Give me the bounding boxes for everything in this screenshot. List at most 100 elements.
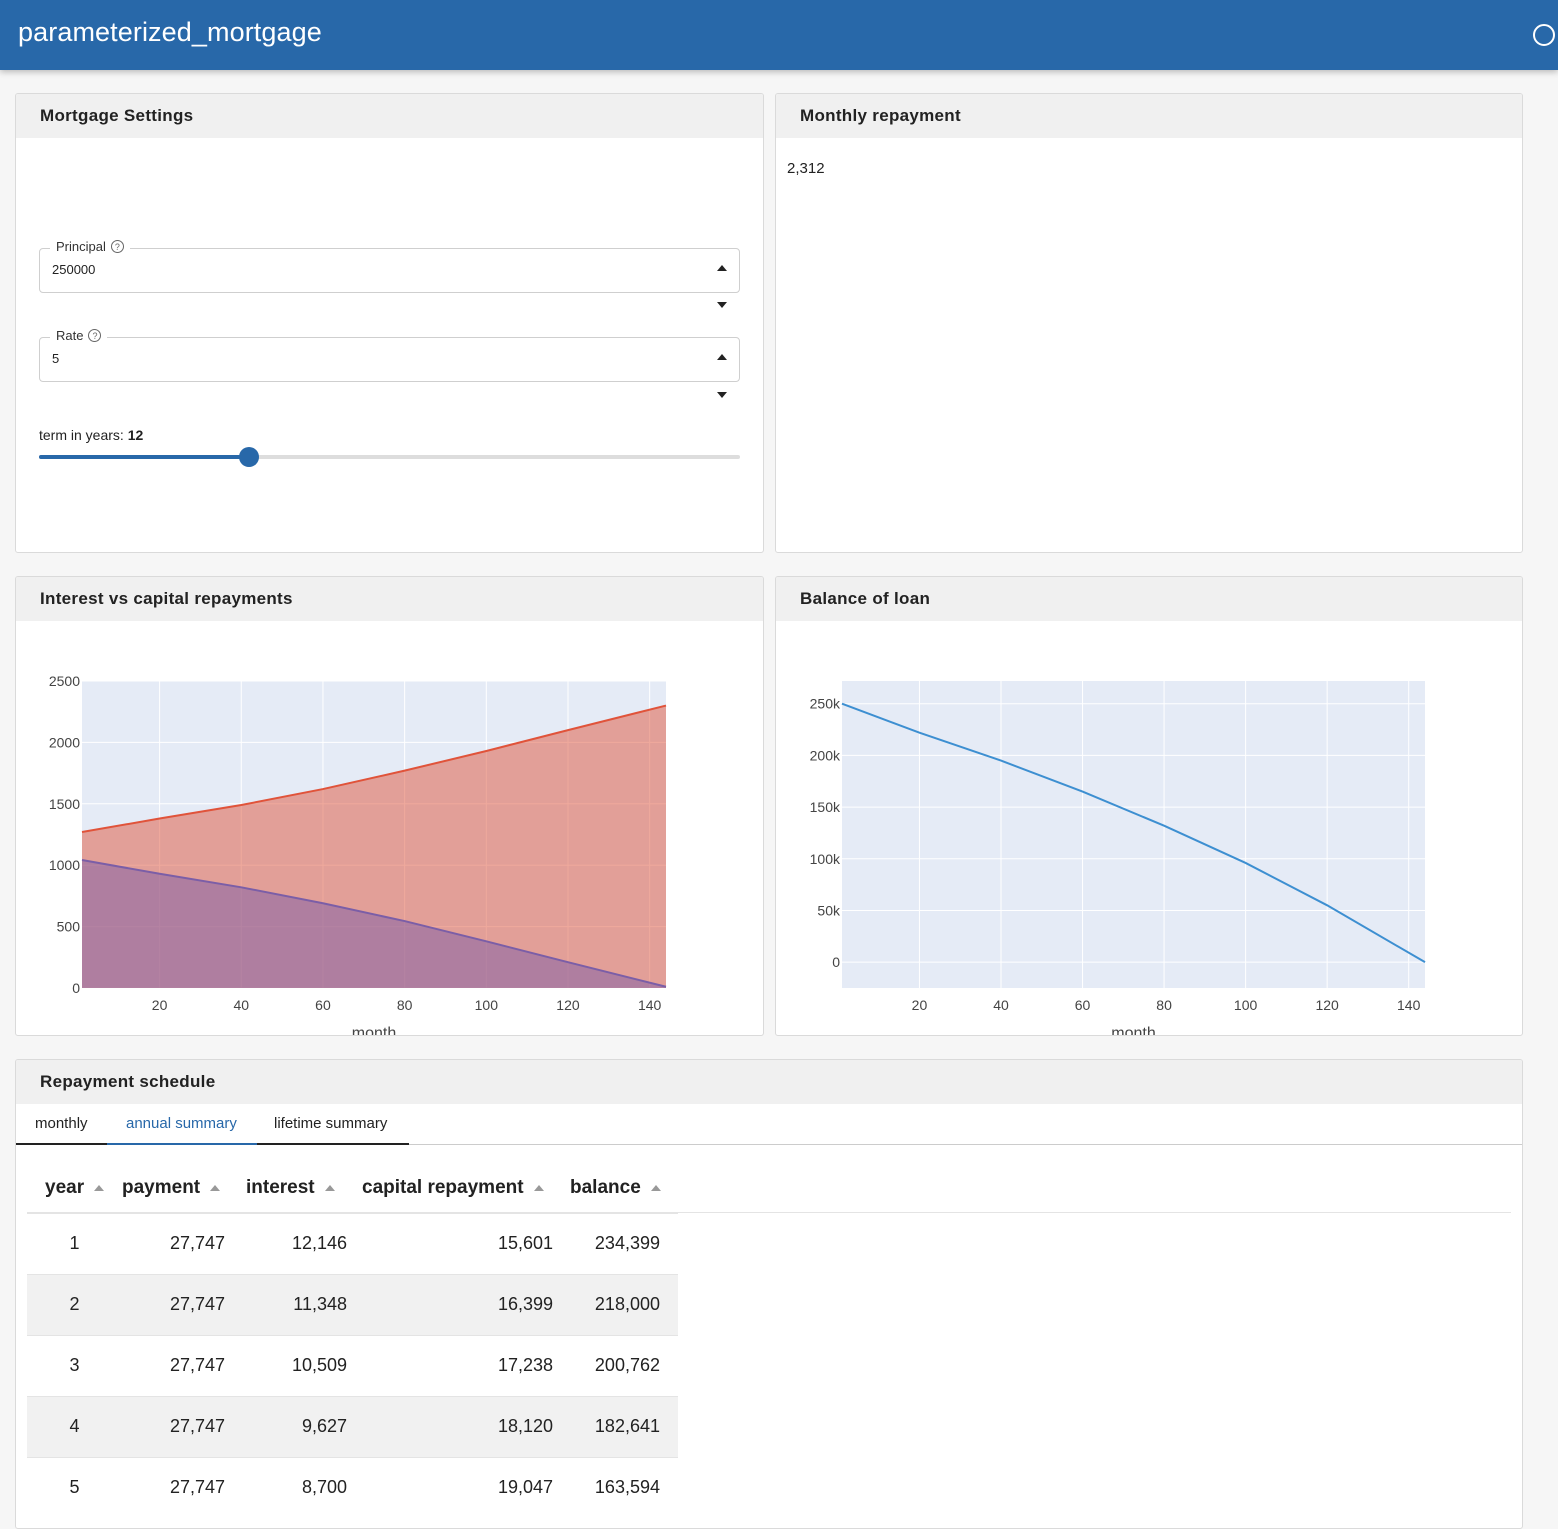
y-tick-label: 500 xyxy=(57,919,81,935)
x-tick-label: 140 xyxy=(1397,997,1421,1013)
y-tick-label: 2500 xyxy=(49,673,80,689)
table-cell-capital-repayment: 18,120 xyxy=(362,1395,570,1457)
table-cell-interest: 10,509 xyxy=(246,1334,362,1396)
sort-arrow-icon[interactable] xyxy=(94,1185,105,1192)
x-tick-label: 100 xyxy=(1234,997,1258,1013)
table-cell-balance: 200,762 xyxy=(570,1334,678,1396)
x-tick-label: 140 xyxy=(638,997,662,1013)
table-row: 5 27,747 8,700 19,047 163,594 xyxy=(27,1456,678,1518)
app-header: parameterized_mortgage xyxy=(0,0,1558,70)
table-cell-year: 3 xyxy=(27,1334,122,1396)
table-row: 3 27,747 10,509 17,238 200,762 xyxy=(27,1334,678,1396)
table-cell-interest: 8,700 xyxy=(246,1456,362,1518)
principal-value[interactable]: 250000 xyxy=(52,262,95,277)
monthly-repayment-value: 2,312 xyxy=(787,160,825,177)
app-title: parameterized_mortgage xyxy=(18,17,322,47)
x-tick-label: 80 xyxy=(1156,997,1172,1013)
sort-arrow-icon[interactable] xyxy=(324,1185,335,1192)
active-tab-indicator xyxy=(107,1143,257,1145)
schedule-tabs: monthly annual summary lifetime summary xyxy=(16,1105,1522,1145)
tab-underline xyxy=(16,1143,107,1145)
y-tick-label: 2000 xyxy=(49,734,80,750)
table-cell-balance: 234,399 xyxy=(570,1212,678,1274)
column-header-capital-repayment[interactable]: capital repayment xyxy=(362,1164,570,1213)
monthly-repayment-header: Monthly repayment xyxy=(776,94,1522,138)
sort-arrow-icon[interactable] xyxy=(210,1185,221,1192)
table-cell-year: 4 xyxy=(27,1395,122,1457)
schedule-table: year payment interest capital repayment … xyxy=(27,1164,678,1518)
slider-thumb[interactable] xyxy=(239,447,260,467)
table-cell-balance: 163,594 xyxy=(570,1456,678,1518)
help-icon[interactable]: ? xyxy=(88,329,102,342)
increment-arrow-icon[interactable] xyxy=(717,354,727,360)
tab-monthly[interactable]: monthly xyxy=(35,1115,88,1132)
loading-spinner-icon xyxy=(1533,24,1555,46)
y-tick-label: 150k xyxy=(810,799,841,815)
x-tick-label: 40 xyxy=(233,997,249,1013)
column-header-payment[interactable]: payment xyxy=(122,1164,246,1213)
tab-annual-summary[interactable]: annual summary xyxy=(126,1115,237,1132)
table-cell-capital-repayment: 16,399 xyxy=(362,1273,570,1335)
schedule-body: 1 27,747 12,146 15,601 234,399 2 27,747 11,348 1… xyxy=(27,1212,678,1518)
principal-decrement-icon[interactable] xyxy=(717,302,727,308)
sort-arrow-icon[interactable] xyxy=(650,1185,661,1192)
principal-input[interactable]: Principal ? 250000 xyxy=(39,239,740,293)
y-tick-label: 1000 xyxy=(49,857,80,873)
x-tick-label: 20 xyxy=(152,997,168,1013)
table-row: 4 27,747 9,627 18,120 182,641 xyxy=(27,1395,678,1457)
y-tick-label: 1500 xyxy=(49,796,80,812)
mortgage-settings-header: Mortgage Settings xyxy=(16,94,763,138)
table-cell-capital-repayment: 15,601 xyxy=(362,1212,570,1274)
table-cell-interest: 12,146 xyxy=(246,1212,362,1274)
table-cell-payment: 27,747 xyxy=(122,1212,246,1274)
x-tick-label: 40 xyxy=(993,997,1009,1013)
term-slider[interactable] xyxy=(39,447,740,467)
table-cell-payment: 27,747 xyxy=(122,1273,246,1335)
interest-chart-card: Interest vs capital repayments 20 40 60 80 1… xyxy=(15,576,764,1036)
sort-arrow-icon[interactable] xyxy=(533,1185,544,1192)
plot-area xyxy=(842,681,1425,988)
help-icon[interactable]: ? xyxy=(110,240,124,253)
table-cell-balance: 182,641 xyxy=(570,1395,678,1457)
increment-arrow-icon[interactable] xyxy=(717,265,727,271)
repayment-schedule-card: Repayment schedule monthly annual summar… xyxy=(15,1059,1523,1529)
x-tick-label: 120 xyxy=(556,997,580,1013)
table-cell-year: 2 xyxy=(27,1273,122,1335)
table-row: 2 27,747 11,348 16,399 218,000 xyxy=(27,1273,678,1335)
x-tick-label: 60 xyxy=(315,997,331,1013)
table-header-row: year payment interest capital repayment … xyxy=(27,1164,678,1213)
y-tick-label: 200k xyxy=(810,747,841,763)
balance-chart-card: Balance of loan 20 40 60 80 100 120 140 0 50k 100… xyxy=(775,576,1523,1036)
term-label: term in years: 12 xyxy=(39,427,144,443)
column-header-interest[interactable]: interest xyxy=(246,1164,362,1213)
rate-value[interactable]: 5 xyxy=(52,351,59,366)
y-tick-label: 100k xyxy=(810,851,841,867)
principal-label: Principal ? xyxy=(50,239,130,254)
slider-fill xyxy=(39,455,250,459)
table-cell-year: 1 xyxy=(27,1212,122,1274)
column-header-balance[interactable]: balance xyxy=(570,1164,678,1213)
rate-input[interactable]: Rate ? 5 xyxy=(39,328,740,382)
monthly-repayment-card: Monthly repayment 2,312 xyxy=(775,93,1523,553)
rate-label: Rate ? xyxy=(50,328,108,343)
table-cell-interest: 9,627 xyxy=(246,1395,362,1457)
table-row: 1 27,747 12,146 15,601 234,399 xyxy=(27,1212,678,1274)
table-cell-capital-repayment: 17,238 xyxy=(362,1334,570,1396)
repayment-schedule-header: Repayment schedule xyxy=(16,1060,1522,1104)
term-value: 12 xyxy=(127,427,144,443)
x-axis-title: month xyxy=(1111,1025,1155,1036)
balance-chart: 20 40 60 80 100 120 140 0 50k 100k 150k 200k 250k mon… xyxy=(810,681,1426,1036)
x-tick-label: 100 xyxy=(475,997,499,1013)
table-cell-payment: 27,747 xyxy=(122,1456,246,1518)
y-tick-label: 0 xyxy=(72,980,80,996)
tab-underline xyxy=(257,1143,409,1145)
table-cell-capital-repayment: 19,047 xyxy=(362,1456,570,1518)
table-cell-interest: 11,348 xyxy=(246,1273,362,1335)
x-tick-label: 120 xyxy=(1315,997,1339,1013)
mortgage-settings-card: Mortgage Settings Principal ? 250000 Rat… xyxy=(15,93,764,553)
rate-decrement-icon[interactable] xyxy=(717,392,727,398)
tab-lifetime-summary[interactable]: lifetime summary xyxy=(274,1115,387,1132)
table-cell-payment: 27,747 xyxy=(122,1334,246,1396)
column-header-year[interactable]: year xyxy=(27,1164,122,1213)
y-tick-label: 50k xyxy=(817,902,841,918)
